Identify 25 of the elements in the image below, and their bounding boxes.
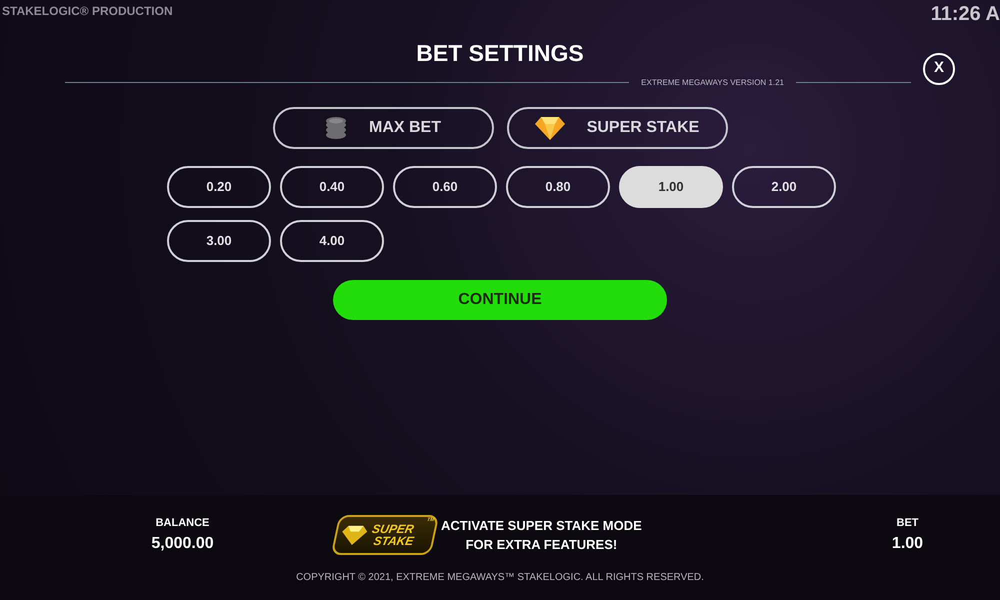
bet-label: BET (896, 516, 918, 531)
balance-label: BALANCE (156, 516, 210, 531)
bet-option[interactable]: 0.60 (393, 166, 497, 208)
close-button[interactable]: X (923, 52, 955, 84)
coin-stack-icon (325, 116, 347, 140)
bet-option[interactable]: 0.20 (167, 166, 271, 208)
window-title: BET SETTINGS (416, 39, 584, 68)
continue-button[interactable]: CONTINUE (333, 280, 667, 320)
bet-option[interactable]: 4.00 (280, 220, 384, 262)
bet-option[interactable]: 1.00 (619, 166, 723, 208)
promo-text: FOR EXTRA FEATURES! (466, 536, 618, 554)
version-label: EXTREME MEGAWAYS VERSION 1.21 (641, 76, 784, 88)
bet-option[interactable]: 0.40 (280, 166, 384, 208)
balance-value: 5,000.00 (151, 534, 214, 554)
brand-label: STAKELOGIC® PRODUCTION (1, 3, 173, 20)
bet-option[interactable]: 3.00 (167, 220, 271, 262)
bet-option[interactable]: 0.80 (506, 166, 610, 208)
option-button[interactable]: SUPER STAKE (506, 106, 728, 148)
option-button[interactable]: MAX BET (272, 106, 494, 148)
promo-text: ACTIVATE SUPER STAKE MODE (441, 516, 642, 535)
copyright-text: COPYRIGHT © 2021, EXTREME MEGAWAYS™ STAKELOGIC. ALL RIGHTS RESERVED. (296, 570, 704, 584)
bet-value: 1.00 (892, 534, 924, 554)
clock: 11:26 A (930, 2, 1000, 24)
bet-option[interactable]: 2.00 (732, 166, 836, 208)
diamond-icon (534, 116, 565, 140)
